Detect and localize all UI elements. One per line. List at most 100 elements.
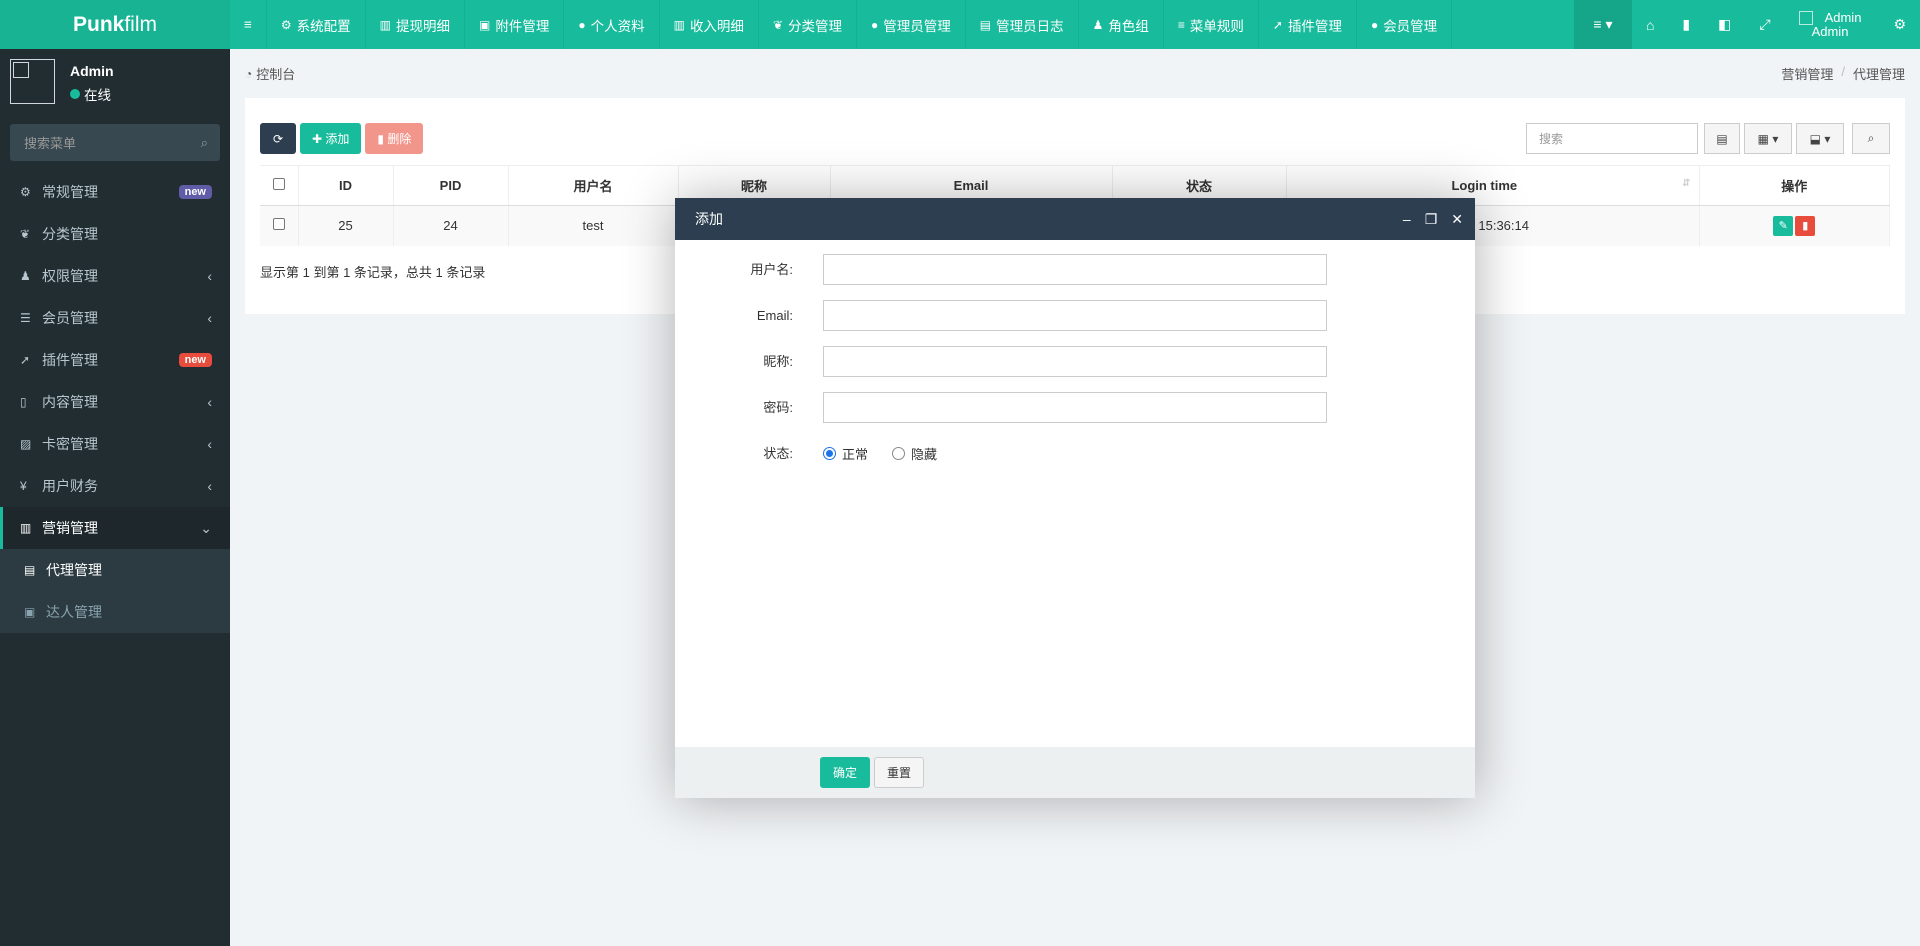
admin-user-menu[interactable]: Admin Admin bbox=[1785, 0, 1880, 49]
add-button[interactable]: ✚ 添加 bbox=[300, 123, 362, 154]
table-search-input[interactable]: 搜索 bbox=[1526, 123, 1698, 154]
clear-cache-button[interactable]: ▮ bbox=[1668, 0, 1704, 49]
topnav-item-plugins[interactable]: ➚ 插件管理 bbox=[1259, 0, 1357, 49]
dialog-controls: – ❐ ✕ bbox=[1403, 198, 1463, 240]
sidebar-item-content[interactable]: ▯ 内容管理 ‹ bbox=[0, 381, 230, 423]
breadcrumb-parent-link[interactable]: 营销管理 bbox=[1781, 64, 1833, 83]
restore-icon[interactable]: ❐ bbox=[1425, 211, 1438, 228]
topnav-label: 分类管理 bbox=[788, 18, 842, 34]
language-button[interactable]: ◧ bbox=[1704, 0, 1745, 49]
columns-icon: ▦ ▾ bbox=[1757, 131, 1779, 146]
chevron-left-icon: ‹ bbox=[207, 394, 212, 410]
sidebar-item-auth[interactable]: ♟ 权限管理 ‹ bbox=[0, 255, 230, 297]
column-header-pid[interactable]: PID bbox=[393, 165, 509, 206]
minimize-icon[interactable]: – bbox=[1403, 211, 1411, 227]
password-field[interactable] bbox=[823, 392, 1327, 423]
top-nav: ≡ ⚙ 系统配置 ▥ 提现明细 ▣ 附件管理 ● 个人资料 ▥ 收入明细 ❦ 分类管理 ● 管… bbox=[230, 0, 1453, 49]
home-button[interactable]: ⌂ bbox=[1632, 0, 1668, 49]
form-row-password: 密码: bbox=[675, 392, 1475, 423]
skin-settings-button[interactable]: ⚙ bbox=[1879, 0, 1920, 49]
form-row-nickname: 昵称: bbox=[675, 346, 1475, 377]
status-hidden-label[interactable]: 隐藏 bbox=[911, 444, 937, 463]
file-icon: ▯ bbox=[20, 395, 27, 409]
leaf-icon: ❦ bbox=[772, 17, 783, 32]
gears-icon: ⚙ bbox=[1893, 16, 1906, 32]
close-icon[interactable]: ✕ bbox=[1451, 211, 1463, 228]
admin-avatar-alt: Admin bbox=[1811, 23, 1849, 39]
cogs-icon: ⚙ bbox=[20, 185, 31, 199]
sidebar-item-category[interactable]: ❦ 分类管理 bbox=[0, 213, 230, 255]
sidebar-toggle-button[interactable]: ≡ bbox=[230, 0, 267, 49]
status-normal-label[interactable]: 正常 bbox=[842, 444, 868, 463]
topnav-item-category[interactable]: ❦ 分类管理 bbox=[759, 0, 857, 49]
user-status-text: 在线 bbox=[84, 88, 111, 103]
sidebar-item-finance[interactable]: ¥ 用户财务 ‹ bbox=[0, 465, 230, 507]
topnav-item-members[interactable]: ● 会员管理 bbox=[1357, 0, 1453, 49]
sidebar-item-cards[interactable]: ▨ 卡密管理 ‹ bbox=[0, 423, 230, 465]
sidebar-item-label: 会员管理 bbox=[42, 310, 98, 326]
confirm-button[interactable]: 确定 bbox=[820, 757, 870, 788]
toggle-view-button[interactable]: ▤ bbox=[1704, 123, 1740, 154]
topnav-item-admin[interactable]: ● 管理员管理 bbox=[857, 0, 966, 49]
status-normal-radio[interactable] bbox=[823, 447, 836, 460]
sidebar-item-agents[interactable]: ▤ 代理管理 bbox=[0, 549, 230, 591]
topnav-item-system-config[interactable]: ⚙ 系统配置 bbox=[267, 0, 366, 49]
id-badge-icon: ▣ bbox=[24, 605, 36, 619]
topnav-item-profile[interactable]: ● 个人资料 bbox=[564, 0, 660, 49]
dialog-header[interactable]: 添加 – ❐ ✕ bbox=[675, 198, 1475, 240]
sidebar-item-label: 代理管理 bbox=[46, 562, 102, 578]
refresh-icon: ⟳ bbox=[272, 131, 284, 146]
topnav-item-admin-log[interactable]: ▤ 管理员日志 bbox=[966, 0, 1079, 49]
breadcrumb-home-link[interactable]: 控制台 bbox=[256, 64, 295, 83]
topnav-item-menu-rules[interactable]: ≡ 菜单规则 bbox=[1164, 0, 1259, 49]
nav-dropdown-button[interactable]: ≡ ▾ bbox=[1573, 0, 1632, 49]
breadcrumb-separator: / bbox=[1841, 64, 1845, 79]
brand-logo[interactable]: Punk film bbox=[0, 0, 230, 49]
email-field[interactable] bbox=[823, 300, 1327, 331]
topnav-item-role-group[interactable]: ♟ 角色组 bbox=[1079, 0, 1164, 49]
topnav-item-withdraw[interactable]: ▥ 提现明细 bbox=[366, 0, 465, 49]
status-hidden-radio[interactable] bbox=[892, 447, 906, 460]
advanced-search-button[interactable]: ⌕ bbox=[1852, 123, 1890, 154]
list-alt-icon: ▤ bbox=[979, 17, 992, 32]
column-header-id[interactable]: ID bbox=[298, 165, 394, 206]
top-right-tools: ≡ ▾ ⌂ ▮ ◧ ⤢ Admin Admin ⚙ bbox=[1573, 0, 1920, 49]
topnav-label: 角色组 bbox=[1108, 18, 1149, 34]
new-badge: new bbox=[178, 353, 212, 367]
sidebar-search-placeholder: 搜索菜单 bbox=[24, 136, 77, 151]
edit-button[interactable]: ✎ bbox=[1773, 215, 1794, 236]
sidebar-item-general[interactable]: ⚙ 常规管理 new bbox=[0, 171, 230, 213]
refresh-button[interactable]: ⟳ bbox=[260, 123, 296, 154]
new-badge: new bbox=[178, 185, 212, 199]
reset-button[interactable]: 重置 bbox=[874, 757, 924, 788]
table-icon: ▤ bbox=[1716, 131, 1728, 146]
select-all-checkbox[interactable] bbox=[272, 178, 285, 190]
export-button[interactable]: ⬓ ▾ bbox=[1796, 123, 1844, 154]
delete-button[interactable]: ▮ 删除 bbox=[365, 123, 424, 154]
sidebar-item-influencers[interactable]: ▣ 达人管理 bbox=[0, 591, 230, 633]
sidebar-item-members[interactable]: ☰ 会员管理 ‹ bbox=[0, 297, 230, 339]
delete-row-button[interactable]: ▮ bbox=[1795, 215, 1816, 236]
topnav-item-income[interactable]: ▥ 收入明细 bbox=[660, 0, 759, 49]
username-label: 用户名: bbox=[750, 262, 793, 277]
username-field[interactable] bbox=[823, 254, 1327, 285]
user-status: 在线 bbox=[70, 84, 111, 104]
sidebar: Admin 在线 搜索菜单 ⌕ ⚙ 常规管理 new ❦ 分类管理 ♟ 权限管理 ‹ ☰ 会… bbox=[0, 49, 230, 946]
column-header-username[interactable]: 用户名 bbox=[508, 165, 679, 206]
row-checkbox[interactable] bbox=[272, 218, 285, 231]
chevron-down-icon: ⌄ bbox=[200, 519, 212, 536]
cell-id: 25 bbox=[298, 205, 394, 246]
form-row-username: 用户名: bbox=[675, 254, 1475, 285]
topnav-item-attachment[interactable]: ▣ 附件管理 bbox=[465, 0, 565, 49]
sidebar-search-input[interactable]: 搜索菜单 ⌕ bbox=[10, 124, 220, 161]
fullscreen-button[interactable]: ⤢ bbox=[1745, 0, 1784, 49]
search-icon[interactable]: ⌕ bbox=[201, 135, 208, 151]
email-label: Email: bbox=[756, 308, 793, 323]
nickname-field[interactable] bbox=[823, 346, 1327, 377]
row-select-cell bbox=[260, 205, 299, 246]
add-dialog: 添加 – ❐ ✕ 用户名: Email: 昵称: 密码: 状态: 正常 隐藏 确… bbox=[675, 198, 1475, 798]
columns-button[interactable]: ▦ ▾ bbox=[1744, 123, 1792, 154]
topnav-label: 个人资料 bbox=[590, 18, 645, 34]
sidebar-item-plugins[interactable]: ➚ 插件管理 new bbox=[0, 339, 230, 381]
sidebar-item-marketing[interactable]: ▥ 营销管理 ⌄ bbox=[0, 507, 230, 549]
